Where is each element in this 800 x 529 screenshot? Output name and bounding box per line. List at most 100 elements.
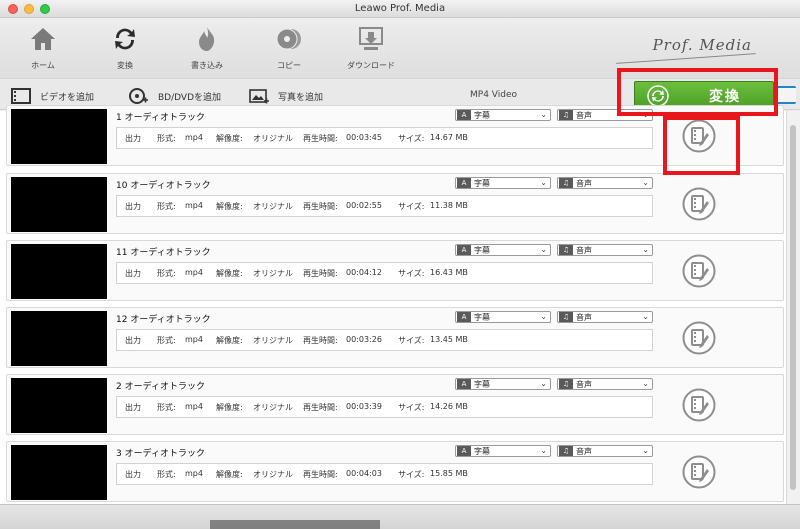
title-bar: Leawo Prof. Media — [0, 0, 800, 18]
size-value: 11.38 MB — [430, 201, 468, 210]
subtitle-dropdown-label: 字幕 — [474, 178, 490, 188]
subtitle-dropdown-label: 字幕 — [474, 446, 490, 456]
track-row[interactable]: 11 オーディオトラック A 字幕 ⌄ ♫ 音声 ⌄ 出力 形式: mp4 解像… — [6, 240, 784, 301]
audio-dropdown[interactable]: ♫ 音声 ⌄ — [557, 311, 653, 323]
toolbar-copy[interactable]: コピー — [254, 24, 324, 71]
output-info-box: 出力 形式: mp4 解像度: オリジナル 再生時間: 00:03:45 サイズ… — [116, 127, 653, 149]
size-value: 16.43 MB — [430, 268, 468, 277]
resolution-label: 解像度: — [216, 202, 243, 211]
video-thumbnail[interactable] — [11, 378, 107, 433]
subtitle-icon: A — [457, 245, 471, 255]
resolution-label: 解像度: — [216, 269, 243, 278]
chevron-down-icon: ⌄ — [540, 178, 547, 187]
audio-dropdown[interactable]: ♫ 音声 ⌄ — [557, 177, 653, 189]
track-list: 1 オーディオトラック A 字幕 ⌄ ♫ 音声 ⌄ 出力 形式: mp4 解像度… — [0, 105, 786, 504]
window-title: Leawo Prof. Media — [354, 3, 446, 14]
track-row[interactable]: 1 オーディオトラック A 字幕 ⌄ ♫ 音声 ⌄ 出力 形式: mp4 解像度… — [6, 105, 784, 166]
output-label: 出力 — [125, 403, 141, 412]
audio-dropdown-label: 音声 — [576, 245, 592, 255]
music-note-icon: ♫ — [559, 110, 573, 120]
duration-value: 00:03:39 — [346, 402, 382, 411]
subtitle-dropdown[interactable]: A 字幕 ⌄ — [455, 445, 551, 457]
resolution-value: オリジナル — [253, 269, 293, 278]
disc-add-icon — [129, 88, 148, 104]
subtitle-dropdown[interactable]: A 字幕 ⌄ — [455, 109, 551, 121]
music-note-icon: ♫ — [559, 379, 573, 389]
edit-video-icon[interactable] — [682, 455, 716, 489]
resolution-value: オリジナル — [253, 134, 293, 143]
chevron-down-icon: ⌄ — [642, 446, 649, 455]
duration-value: 00:04:12 — [346, 268, 382, 277]
video-thumbnail[interactable] — [11, 177, 107, 232]
toolbar-download[interactable]: ダウンロード — [336, 24, 406, 71]
add-bd-dvd-label: BD/DVDを追加 — [158, 92, 221, 103]
toolbar-convert[interactable]: 変換 — [90, 24, 160, 71]
add-bd-dvd-button[interactable]: BD/DVDを追加 — [128, 87, 221, 105]
audio-dropdown[interactable]: ♫ 音声 ⌄ — [557, 109, 653, 121]
convert-settings-tab[interactable] — [776, 86, 796, 104]
audio-dropdown[interactable]: ♫ 音声 ⌄ — [557, 244, 653, 256]
duration-label: 再生時間: — [303, 403, 338, 412]
toolbar-home[interactable]: ホーム — [8, 24, 78, 71]
track-row[interactable]: 10 オーディオトラック A 字幕 ⌄ ♫ 音声 ⌄ 出力 形式: mp4 解像… — [6, 173, 784, 234]
size-label: サイズ: — [398, 269, 425, 278]
subtitle-dropdown[interactable]: A 字幕 ⌄ — [455, 378, 551, 390]
video-thumbnail[interactable] — [11, 109, 107, 164]
track-title: 2 オーディオトラック — [116, 382, 205, 392]
photo-add-icon — [249, 89, 269, 104]
resolution-label: 解像度: — [216, 134, 243, 143]
audio-dropdown[interactable]: ♫ 音声 ⌄ — [557, 445, 653, 457]
audio-dropdown[interactable]: ♫ 音声 ⌄ — [557, 378, 653, 390]
track-row[interactable]: 2 オーディオトラック A 字幕 ⌄ ♫ 音声 ⌄ 出力 形式: mp4 解像度… — [6, 374, 784, 435]
toolbar-burn[interactable]: 書き込み — [172, 24, 242, 71]
video-thumbnail[interactable] — [11, 311, 107, 366]
add-photo-label: 写真を追加 — [278, 92, 324, 103]
toolbar-convert-label: 変換 — [117, 61, 133, 70]
subtitle-dropdown[interactable]: A 字幕 ⌄ — [455, 311, 551, 323]
output-info-box: 出力 形式: mp4 解像度: オリジナル 再生時間: 00:04:12 サイズ… — [116, 262, 653, 284]
edit-video-icon[interactable] — [682, 254, 716, 288]
output-label: 出力 — [125, 202, 141, 211]
resolution-label: 解像度: — [216, 403, 243, 412]
subtitle-icon: A — [457, 178, 471, 188]
duration-value: 00:03:26 — [346, 335, 382, 344]
video-thumbnail[interactable] — [11, 445, 107, 500]
edit-video-icon[interactable] — [682, 321, 716, 355]
edit-video-icon[interactable] — [682, 119, 716, 153]
subtitle-dropdown-label: 字幕 — [474, 245, 490, 255]
home-icon — [31, 28, 55, 50]
track-row[interactable]: 3 オーディオトラック A 字幕 ⌄ ♫ 音声 ⌄ 出力 形式: mp4 解像度… — [6, 441, 784, 502]
brand-underline — [616, 53, 756, 64]
subtitle-dropdown[interactable]: A 字幕 ⌄ — [455, 244, 551, 256]
track-row[interactable]: 12 オーディオトラック A 字幕 ⌄ ♫ 音声 ⌄ 出力 形式: mp4 解像… — [6, 307, 784, 368]
format-label: 形式: — [157, 336, 176, 345]
chevron-down-icon: ⌄ — [540, 446, 547, 455]
chevron-down-icon: ⌄ — [642, 178, 649, 187]
subtitle-dropdown-label: 字幕 — [474, 110, 490, 120]
convert-button-label: 変換 — [709, 89, 741, 105]
resolution-value: オリジナル — [253, 403, 293, 412]
output-label: 出力 — [125, 336, 141, 345]
add-video-button[interactable]: ビデオを追加 — [10, 87, 94, 105]
format-label: 形式: — [157, 470, 176, 479]
output-format-label[interactable]: MP4 Video — [470, 90, 517, 100]
output-info-box: 出力 形式: mp4 解像度: オリジナル 再生時間: 00:02:55 サイズ… — [116, 195, 653, 217]
main-toolbar: ホーム 変換 書き込み コピー ダウンロード Prof. Media — [0, 18, 800, 78]
music-note-icon: ♫ — [559, 446, 573, 456]
resolution-label: 解像度: — [216, 336, 243, 345]
add-photo-button[interactable]: 写真を追加 — [248, 87, 323, 105]
toolbar-copy-label: コピー — [277, 61, 301, 70]
copy-disc-icon — [276, 28, 301, 50]
duration-label: 再生時間: — [303, 202, 338, 211]
edit-video-icon[interactable] — [682, 187, 716, 221]
bottom-bar — [0, 504, 800, 529]
duration-label: 再生時間: — [303, 134, 338, 143]
edit-video-icon[interactable] — [682, 388, 716, 422]
scrollbar-thumb[interactable] — [790, 125, 796, 490]
subtitle-dropdown[interactable]: A 字幕 ⌄ — [455, 177, 551, 189]
size-label: サイズ: — [398, 134, 425, 143]
chevron-down-icon: ⌄ — [540, 379, 547, 388]
subtitle-dropdown-label: 字幕 — [474, 379, 490, 389]
size-label: サイズ: — [398, 403, 425, 412]
video-thumbnail[interactable] — [11, 244, 107, 299]
